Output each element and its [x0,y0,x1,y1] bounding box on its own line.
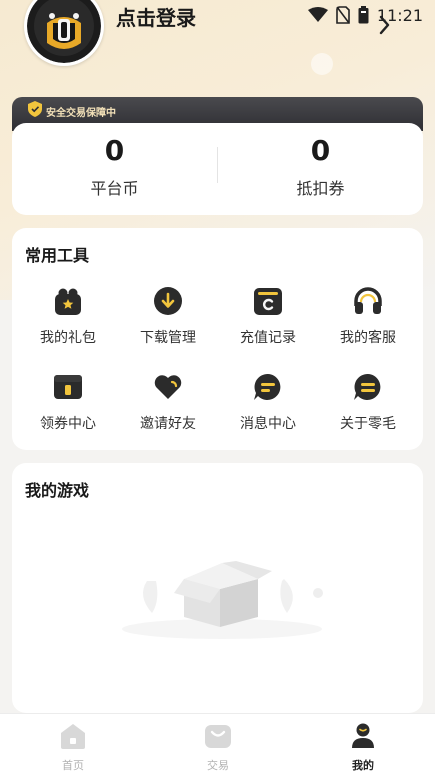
tool-label: 关于零毛 [340,416,396,432]
tool-label: 邀请好友 [140,416,196,432]
tool-coupon-center[interactable]: 领券中心 [18,372,118,442]
my-games-title: 我的游戏 [25,481,90,500]
tool-recharge-record[interactable]: 充值记录 [218,286,318,356]
tab-home[interactable]: 首页 [23,722,123,773]
tool-download[interactable]: 下载管理 [118,286,218,356]
platform-coin-value: 0 [104,134,125,167]
my-games-card: 我的游戏 [12,463,423,713]
recharge-record-icon [254,288,282,315]
tab-mine[interactable]: 我的 [313,722,413,773]
secure-badge-label: 安全交易保障中 [46,107,116,119]
tool-label: 领券中心 [40,416,96,432]
wallet-card: 安全交易保障中 0 平台币 0 抵扣券 [12,97,423,215]
status-bar: 11:21 [307,4,423,26]
coupon-center-icon [54,375,82,399]
tool-message-center[interactable]: 消息中心 [218,372,318,442]
deduction-coupon[interactable]: 0 抵扣券 [218,131,423,199]
profile-icon [352,723,374,748]
tab-label: 首页 [62,759,84,772]
message-icon [254,373,281,400]
download-icon [154,287,182,315]
tool-label: 下载管理 [140,330,196,346]
tool-label: 消息中心 [240,416,296,432]
tool-label: 我的礼包 [40,330,96,346]
tools-title: 常用工具 [25,246,90,265]
home-icon [61,724,85,749]
invite-heart-icon [154,375,182,399]
deduction-coupon-value: 0 [310,134,331,167]
wallet-balance-panel: 0 平台币 0 抵扣券 [12,123,423,215]
login-link[interactable]: 点击登录 [116,2,196,31]
tool-invite-friends[interactable]: 邀请好友 [118,372,218,442]
avatar-icon [27,0,101,63]
trade-bag-icon [205,725,231,748]
tool-about[interactable]: 关于零毛 [318,372,418,442]
no-sim-icon [336,6,350,24]
platform-coin[interactable]: 0 平台币 [12,131,217,199]
headset-icon [354,287,382,314]
tool-label: 我的客服 [340,330,396,346]
empty-box-icon [122,561,323,639]
platform-coin-label: 平台币 [90,179,139,198]
tab-label: 交易 [207,759,229,772]
wifi-icon [307,7,328,23]
shield-icon [28,101,42,121]
tools-card: 常用工具 我的礼包 下载管理 充值记录 我的客服 领券中心 邀请好友 消息中心 … [12,228,423,450]
chevron-right-icon[interactable] [378,14,392,40]
tab-trade[interactable]: 交易 [168,722,268,773]
secure-badge: 安全交易保障中 [28,101,116,121]
about-icon [354,373,381,400]
tab-label: 我的 [352,759,374,772]
battery-icon [358,6,369,24]
tool-customer-service[interactable]: 我的客服 [318,286,418,356]
deduction-coupon-label: 抵扣券 [296,179,345,198]
decor-bubble [311,53,333,75]
tool-gift[interactable]: 我的礼包 [18,286,118,356]
gift-icon [55,288,81,315]
tool-label: 充值记录 [240,330,296,346]
bottom-tab-bar: 首页 交易 我的 [0,713,435,775]
